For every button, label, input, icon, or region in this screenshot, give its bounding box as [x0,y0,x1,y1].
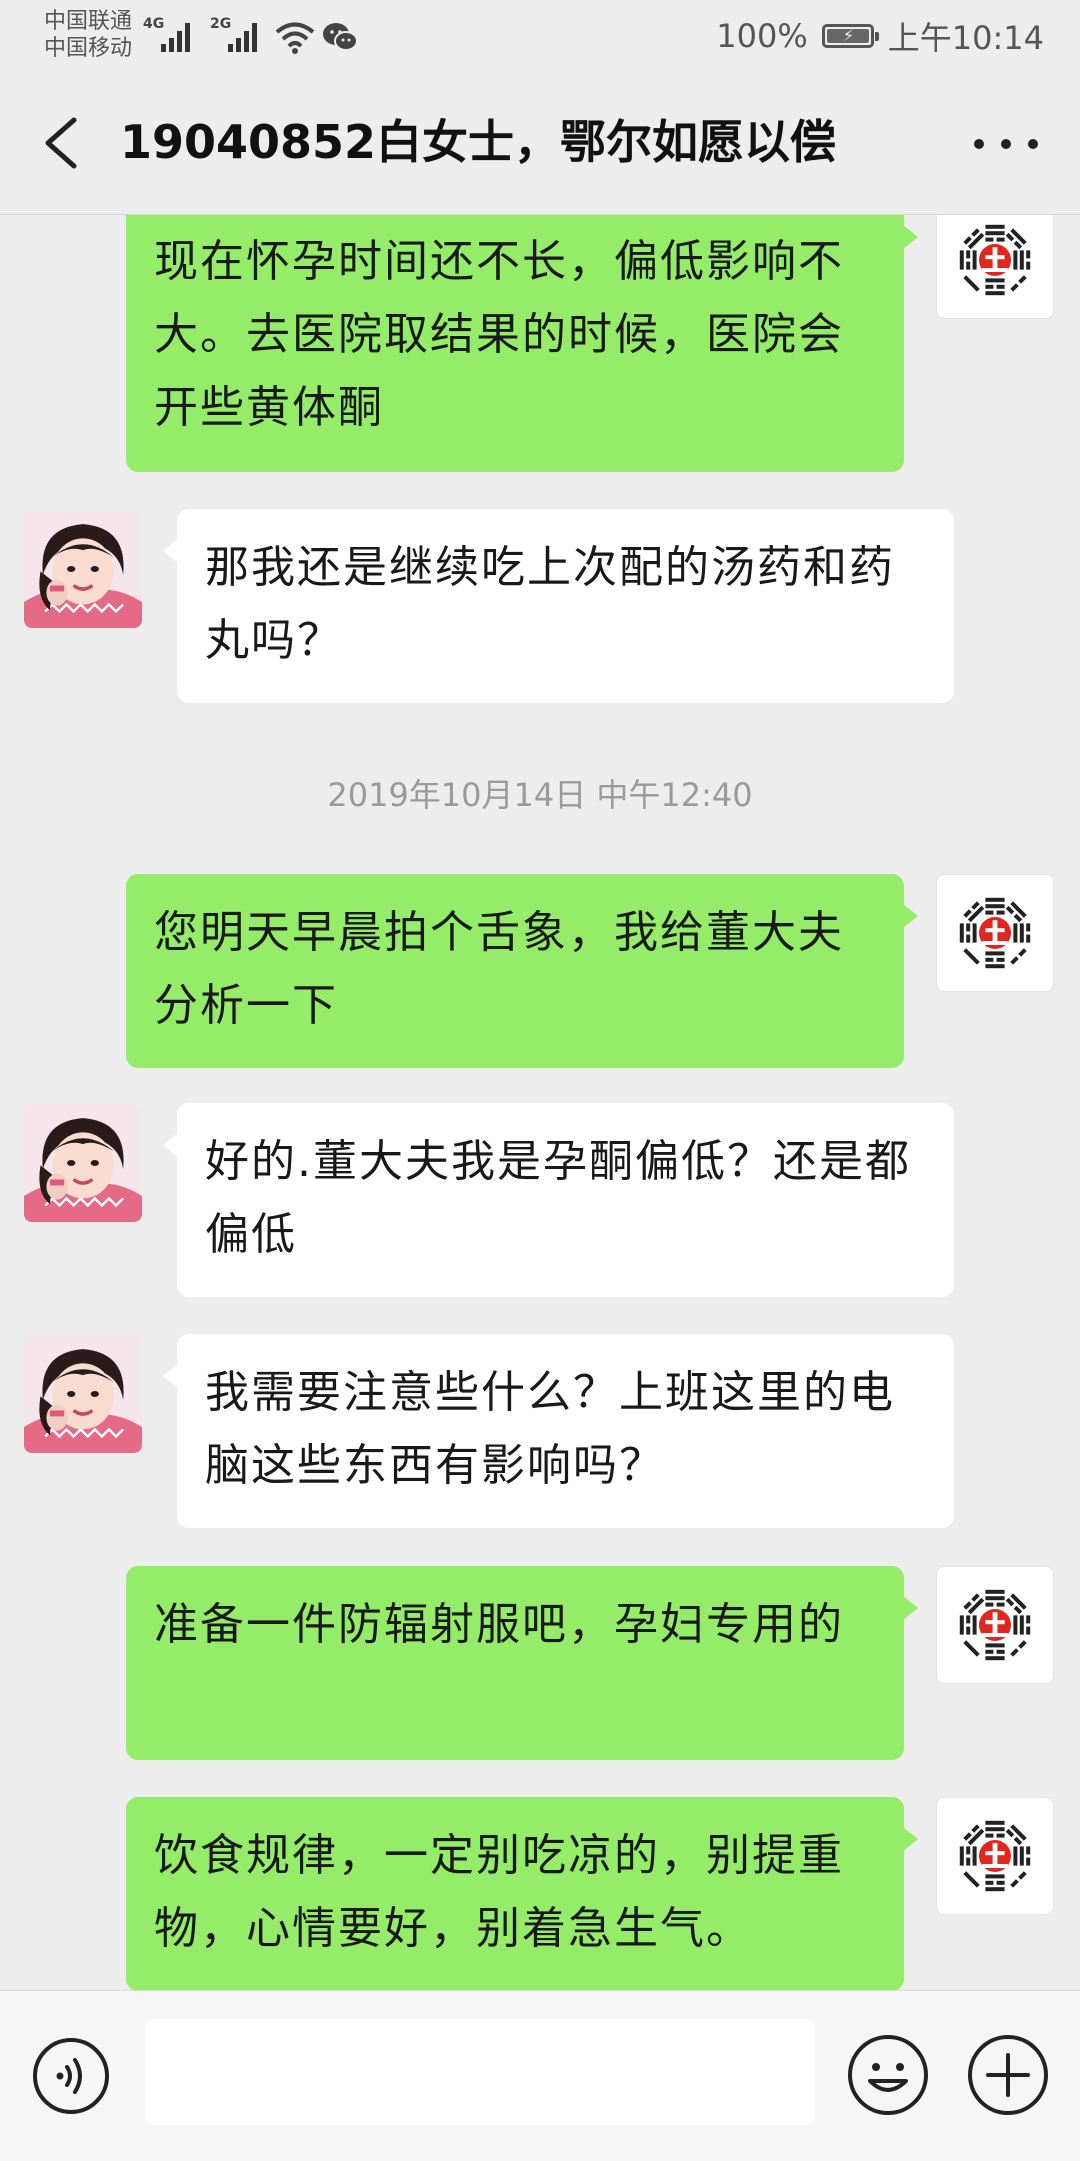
message-list[interactable]: 现在怀孕时间还不长，偏低影响不大。去医院取结果的时候，医院会开些黄体酮 那我还是… [0,215,1080,1990]
plus-icon[interactable] [966,2033,1050,2117]
contact-photo-icon [24,1104,142,1222]
brand-logo-icon [959,224,1031,296]
input-bar [0,1990,1080,2161]
message-input[interactable] [145,2019,815,2125]
brand-logo-icon [959,1820,1031,1892]
avatar-me[interactable] [936,874,1054,992]
wechat-icon [323,23,358,51]
chat-header: 19040852白女士，鄂尔如愿以偿 [0,72,1080,215]
timestamp: 2019年10月14日 中午12:40 [327,776,753,814]
chat-title: 19040852白女士，鄂尔如愿以偿 [120,115,837,169]
status-right: 100% ⚡ 上午10:14 [716,12,1044,60]
battery-percent: 100% [716,17,808,55]
back-icon[interactable] [38,114,88,172]
status-bar: 中国联通 中国移动 4G 2G 100% ⚡ 上午10:14 [0,0,1080,72]
voice-icon[interactable] [32,2037,110,2115]
brand-logo-icon [959,1589,1031,1661]
message-bubble-sent[interactable]: 饮食规律，一定别吃凉的，别提重物，心情要好，别着急生气。 [126,1797,918,1990]
avatar-contact[interactable] [24,510,142,628]
brand-logo-icon [959,897,1031,969]
contact-photo-icon [24,1335,142,1453]
avatar-contact[interactable] [24,1335,142,1453]
avatar-me[interactable] [936,1566,1054,1684]
message-bubble-received[interactable]: 好的.董大夫我是孕酮偏低？还是都偏低 [163,1103,954,1297]
carrier-labels: 中国联通 中国移动 [44,8,132,62]
emoji-icon[interactable] [846,2033,930,2117]
message-bubble-received[interactable]: 我需要注意些什么？上班这里的电脑这些东西有影响吗？ [163,1334,954,1528]
avatar-me[interactable] [936,215,1054,319]
avatar-contact[interactable] [24,1104,142,1222]
message-bubble-sent[interactable]: 您明天早晨拍个舌象，我给董大夫分析一下 [126,874,918,1068]
carrier-2: 中国移动 [44,36,133,61]
avatar-me[interactable] [936,1797,1054,1915]
more-icon[interactable] [974,130,1038,158]
message-bubble-sent[interactable]: 现在怀孕时间还不长，偏低影响不大。去医院取结果的时候，医院会开些黄体酮 [126,215,918,472]
wifi-icon [275,22,315,54]
battery-icon: ⚡ [821,24,879,48]
message-bubble-received[interactable]: 那我还是继续吃上次配的汤药和药丸吗？ [163,509,954,703]
clock: 上午10:14 [887,19,1044,57]
contact-photo-icon [24,510,142,628]
message-bubble-sent[interactable]: 准备一件防辐射服吧，孕妇专用的 [126,1566,918,1760]
carrier-1: 中国联通 [44,9,133,34]
